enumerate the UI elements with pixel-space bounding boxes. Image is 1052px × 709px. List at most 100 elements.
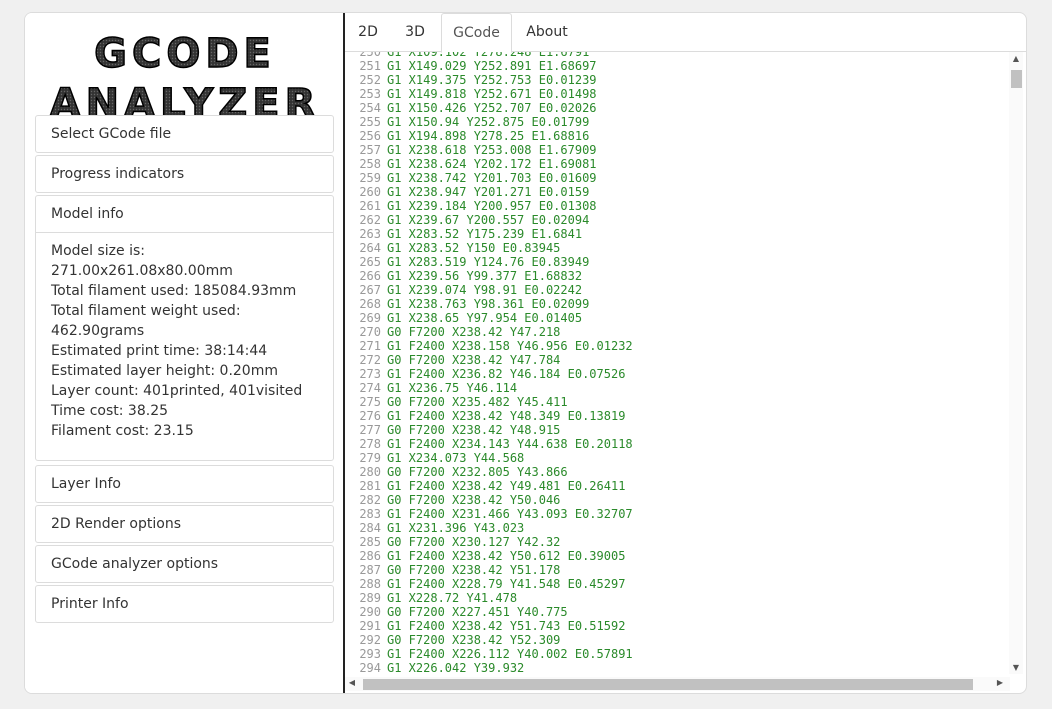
tab-2d[interactable]: 2D <box>349 13 387 51</box>
model-info-line: Model size is: <box>51 243 145 259</box>
gcode-line-text: G1 X238.618 Y253.008 E1.67909 <box>387 143 597 157</box>
gcode-line-number: 293 <box>359 647 381 661</box>
gcode-line-text: G1 X238.947 Y201.271 E0.0159 <box>387 185 590 199</box>
gcode-line: 264 G1 X283.52 Y150 E0.83945 <box>353 241 633 255</box>
gcode-line: 289 G1 X228.72 Y41.478 <box>353 591 633 605</box>
gcode-line-text: G1 X194.898 Y278.25 E1.68816 <box>387 129 590 143</box>
tab-gcode[interactable]: GCode <box>441 13 512 53</box>
gcode-line: 277 G0 F7200 X238.42 Y48.915 <box>353 423 633 437</box>
gcode-line: 269 G1 X238.65 Y97.954 E0.01405 <box>353 311 633 325</box>
panel-analyzer-options-header[interactable]: GCode analyzer options <box>36 546 333 582</box>
gcode-line-text: G1 X234.073 Y44.568 <box>387 451 525 465</box>
panel-2d-render-options[interactable]: 2D Render options <box>35 505 334 543</box>
gcode-line-number: 256 <box>359 129 381 143</box>
gcode-line-text: G1 X238.65 Y97.954 E0.01405 <box>387 311 583 325</box>
gcode-lines: 250 G1 X109.102 Y278.248 E1.6791 251 G1 X14… <box>353 52 633 674</box>
gcode-line-number: 257 <box>359 143 381 157</box>
panel-analyzer-options[interactable]: GCode analyzer options <box>35 545 334 583</box>
gcode-line: 268 G1 X238.763 Y98.361 E0.02099 <box>353 297 633 311</box>
gcode-line-number: 252 <box>359 73 381 87</box>
gcode-line: 259 G1 X238.742 Y201.703 E0.01609 <box>353 171 633 185</box>
gcode-line: 294 G1 X226.042 Y39.932 <box>353 661 633 674</box>
gcode-viewer[interactable]: 250 G1 X109.102 Y278.248 E1.6791 251 G1 X14… <box>353 52 1008 674</box>
gcode-line-number: 289 <box>359 591 381 605</box>
gcode-line-text: G1 X149.818 Y252.671 E0.01498 <box>387 87 597 101</box>
panel-layer-info-header[interactable]: Layer Info <box>36 466 333 502</box>
gcode-line: 252 G1 X149.375 Y252.753 E0.01239 <box>353 73 633 87</box>
tab-about[interactable]: About <box>517 13 577 51</box>
gcode-line-text: G1 F2400 X238.42 Y49.481 E0.26411 <box>387 479 626 493</box>
vertical-scrollbar[interactable]: ▲ ▼ <box>1009 52 1023 674</box>
panel-progress-header[interactable]: Progress indicators <box>36 156 333 192</box>
gcode-line: 255 G1 X150.94 Y252.875 E0.01799 <box>353 115 633 129</box>
gcode-line-text: G1 X149.375 Y252.753 E0.01239 <box>387 73 597 87</box>
gcode-line-number: 279 <box>359 451 381 465</box>
model-info-line: Estimated layer height: 0.20mm <box>51 363 278 379</box>
model-info-line: Layer count: 401printed, 401visited <box>51 383 303 399</box>
panel-printer-info-header[interactable]: Printer Info <box>36 586 333 622</box>
gcode-line: 270 G0 F7200 X238.42 Y47.218 <box>353 325 633 339</box>
sidebar: GCODE ANALYZER Select GCode file Progres… <box>25 13 344 693</box>
gcode-line-number: 277 <box>359 423 381 437</box>
gcode-line: 282 G0 F7200 X238.42 Y50.046 <box>353 493 633 507</box>
gcode-line: 266 G1 X239.56 Y99.377 E1.68832 <box>353 269 633 283</box>
model-info-line: 462.90grams <box>51 323 145 339</box>
gcode-line-number: 287 <box>359 563 381 577</box>
gcode-line-text: G1 X283.52 Y175.239 E1.6841 <box>387 227 583 241</box>
gcode-line-text: G1 F2400 X238.42 Y48.349 E0.13819 <box>387 409 626 423</box>
scroll-right-icon[interactable]: ▶ <box>993 678 1007 687</box>
panel-2d-render-options-header[interactable]: 2D Render options <box>36 506 333 542</box>
scroll-up-icon[interactable]: ▲ <box>1009 54 1023 63</box>
gcode-line-text: G0 F7200 X227.451 Y40.775 <box>387 605 568 619</box>
gcode-line-text: G1 X239.184 Y200.957 E0.01308 <box>387 199 597 213</box>
panel-layer-info[interactable]: Layer Info <box>35 465 334 503</box>
panel-printer-info[interactable]: Printer Info <box>35 585 334 623</box>
gcode-line-number: 290 <box>359 605 381 619</box>
gcode-line: 261 G1 X239.184 Y200.957 E0.01308 <box>353 199 633 213</box>
gcode-line: 250 G1 X109.102 Y278.248 E1.6791 <box>353 52 633 59</box>
gcode-line: 274 G1 X236.75 Y46.114 <box>353 381 633 395</box>
model-info-line: Total filament weight used: <box>51 303 241 319</box>
gcode-line-text: G0 F7200 X230.127 Y42.32 <box>387 535 561 549</box>
scroll-down-icon[interactable]: ▼ <box>1009 663 1023 672</box>
gcode-line-number: 288 <box>359 577 381 591</box>
gcode-line-number: 251 <box>359 59 381 73</box>
gcode-line-number: 273 <box>359 367 381 381</box>
panel-model-info-header[interactable]: Model info <box>36 196 333 232</box>
gcode-line: 285 G0 F7200 X230.127 Y42.32 <box>353 535 633 549</box>
gcode-line-number: 274 <box>359 381 381 395</box>
app-window: GCODE ANALYZER Select GCode file Progres… <box>24 12 1027 694</box>
gcode-line: 292 G0 F7200 X238.42 Y52.309 <box>353 633 633 647</box>
vertical-scroll-thumb[interactable] <box>1011 70 1022 88</box>
panel-select-gcode-header[interactable]: Select GCode file <box>36 116 333 152</box>
gcode-line-number: 282 <box>359 493 381 507</box>
gcode-line: 256 G1 X194.898 Y278.25 E1.68816 <box>353 129 633 143</box>
gcode-line-text: G1 X238.624 Y202.172 E1.69081 <box>387 157 597 171</box>
gcode-line-text: G1 X238.742 Y201.703 E0.01609 <box>387 171 597 185</box>
gcode-line: 291 G1 F2400 X238.42 Y51.743 E0.51592 <box>353 619 633 633</box>
scroll-left-icon[interactable]: ◀ <box>345 678 359 687</box>
gcode-line-number: 271 <box>359 339 381 353</box>
model-info-line: Time cost: 38.25 <box>51 403 169 419</box>
panel-progress[interactable]: Progress indicators <box>35 155 334 193</box>
horizontal-scrollbar[interactable]: ◀ ▶ <box>345 677 1010 691</box>
gcode-line-text: G0 F7200 X238.42 Y48.915 <box>387 423 561 437</box>
gcode-line-text: G0 F7200 X238.42 Y51.178 <box>387 563 561 577</box>
gcode-line-text: G1 F2400 X238.42 Y50.612 E0.39005 <box>387 549 626 563</box>
gcode-line: 271 G1 F2400 X238.158 Y46.956 E0.01232 <box>353 339 632 353</box>
gcode-line: 257 G1 X238.618 Y253.008 E1.67909 <box>353 143 633 157</box>
gcode-line-text: G1 F2400 X234.143 Y44.638 E0.20118 <box>387 437 633 451</box>
gcode-line-number: 253 <box>359 87 381 101</box>
gcode-line-number: 254 <box>359 101 381 115</box>
horizontal-scroll-thumb[interactable] <box>363 679 973 690</box>
gcode-line-number: 262 <box>359 213 381 227</box>
panel-select-gcode[interactable]: Select GCode file <box>35 115 334 153</box>
gcode-line: 281 G1 F2400 X238.42 Y49.481 E0.26411 <box>353 479 633 493</box>
gcode-line-number: 261 <box>359 199 381 213</box>
gcode-line-number: 258 <box>359 157 381 171</box>
gcode-line-text: G1 X283.519 Y124.76 E0.83949 <box>387 255 590 269</box>
gcode-line: 293 G1 F2400 X226.112 Y40.002 E0.57891 <box>353 647 632 661</box>
logo-line1: GCODE <box>94 31 276 77</box>
main-area: 2D 3D GCode About 250 G1 X109.102 Y278.24… <box>345 13 1026 693</box>
tab-3d[interactable]: 3D <box>395 13 435 51</box>
